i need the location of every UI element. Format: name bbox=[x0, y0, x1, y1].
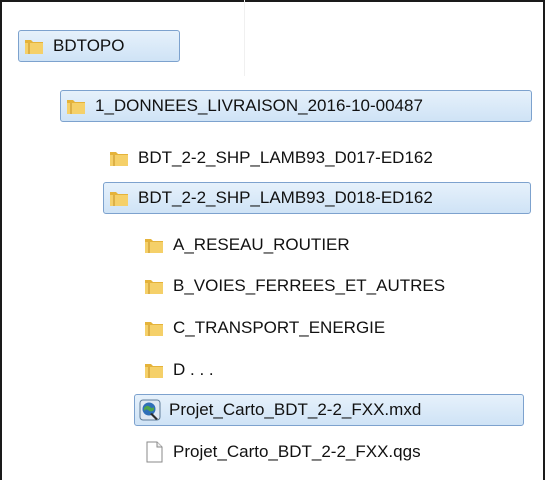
tree-item-label: 1_DONNEES_LIVRAISON_2016-10-00487 bbox=[95, 96, 423, 115]
tree-item-label: BDTOPO bbox=[53, 36, 125, 55]
folder-icon bbox=[108, 187, 130, 209]
tree-item-bdtopo[interactable]: BDTOPO bbox=[18, 30, 180, 62]
folder-icon bbox=[143, 234, 165, 256]
folder-icon bbox=[65, 95, 87, 117]
column-divider bbox=[244, 0, 245, 76]
tree-item-donnees-livraison[interactable]: 1_DONNEES_LIVRAISON_2016-10-00487 bbox=[60, 90, 532, 122]
tree-item-label: BDT_2-2_SHP_LAMB93_D017-ED162 bbox=[138, 148, 433, 167]
tree-item-d-ellipsis[interactable]: D . . . bbox=[138, 354, 258, 386]
tree-item-label: BDT_2-2_SHP_LAMB93_D018-ED162 bbox=[138, 188, 433, 207]
tree-item-label: A_RESEAU_ROUTIER bbox=[173, 235, 350, 254]
tree-item-label: B_VOIES_FERREES_ET_AUTRES bbox=[173, 276, 446, 295]
tree-item-label: Projet_Carto_BDT_2-2_FXX.mxd bbox=[169, 400, 422, 419]
tree-item-qgs-file[interactable]: Projet_Carto_BDT_2-2_FXX.qgs bbox=[138, 436, 528, 468]
tree-item-mxd-file[interactable]: Projet_Carto_BDT_2-2_FXX.mxd bbox=[134, 394, 524, 426]
tree-item-d017[interactable]: BDT_2-2_SHP_LAMB93_D017-ED162 bbox=[103, 142, 531, 174]
folder-icon bbox=[23, 35, 45, 57]
tree-item-label: D . . . bbox=[173, 360, 214, 379]
tree-item-reseau-routier[interactable]: A_RESEAU_ROUTIER bbox=[138, 229, 398, 261]
tree-item-d018[interactable]: BDT_2-2_SHP_LAMB93_D018-ED162 bbox=[103, 182, 531, 214]
folder-icon bbox=[143, 317, 165, 339]
blank-document-icon bbox=[143, 441, 165, 463]
tree-item-voies-ferrees[interactable]: B_VOIES_FERREES_ET_AUTRES bbox=[138, 270, 518, 302]
arcmap-document-icon bbox=[139, 399, 161, 421]
folder-icon bbox=[143, 359, 165, 381]
tree-item-transport-energie[interactable]: C_TRANSPORT_ENERGIE bbox=[138, 312, 458, 344]
tree-item-label: C_TRANSPORT_ENERGIE bbox=[173, 318, 386, 337]
folder-icon bbox=[108, 147, 130, 169]
tree-item-label: Projet_Carto_BDT_2-2_FXX.qgs bbox=[173, 442, 421, 461]
folder-icon bbox=[143, 275, 165, 297]
